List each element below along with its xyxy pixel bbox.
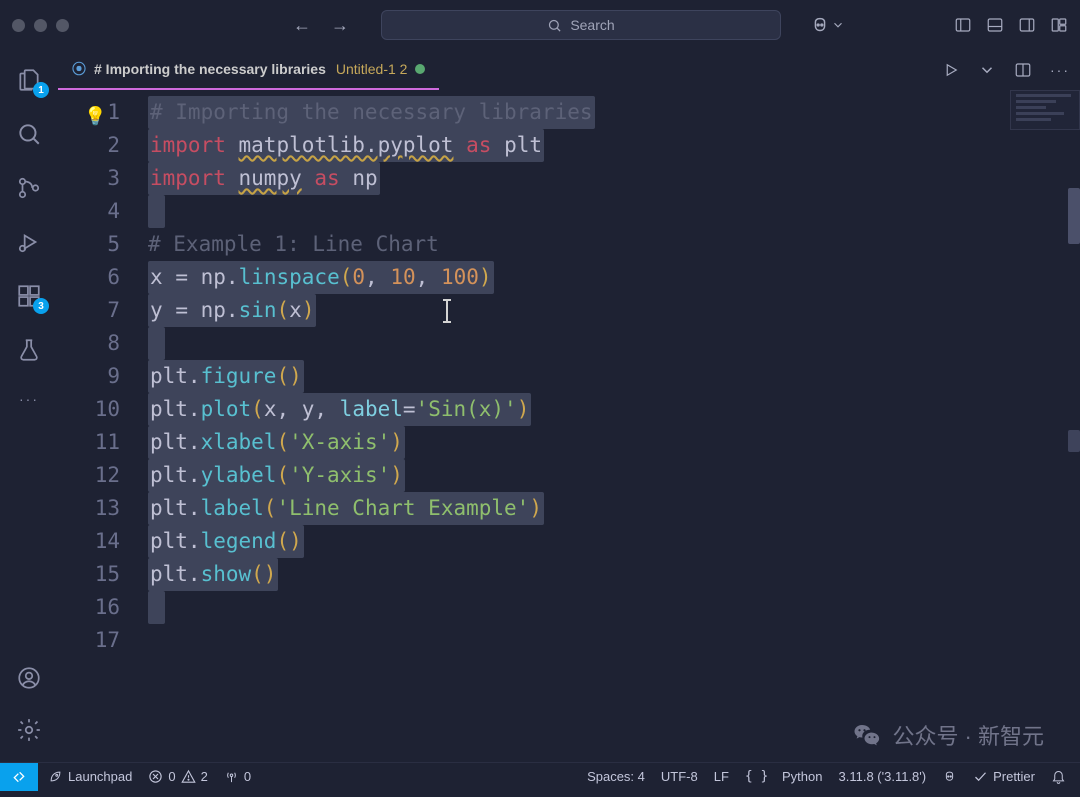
tab-subtitle-label: Untitled-1 2 <box>336 61 408 77</box>
editor-tab-untitled-1[interactable]: ⦿ # Importing the necessary libraries Un… <box>58 50 439 90</box>
chevron-down-icon[interactable] <box>978 61 996 79</box>
copilot-icon <box>942 769 957 784</box>
encoding-status[interactable]: UTF-8 <box>661 769 698 784</box>
warning-icon <box>181 769 196 784</box>
wechat-icon <box>852 720 882 750</box>
title-bar: ← → Search <box>0 0 1080 50</box>
launchpad-status[interactable]: Launchpad <box>48 769 132 784</box>
zoom-window-icon[interactable] <box>56 19 69 32</box>
remote-icon <box>11 769 27 785</box>
search-icon <box>16 121 42 147</box>
error-icon <box>148 769 163 784</box>
unsaved-dot-icon <box>415 64 425 74</box>
run-debug-icon <box>16 229 42 255</box>
tab-bar: ⦿ # Importing the necessary libraries Un… <box>58 50 1080 90</box>
close-window-icon[interactable] <box>12 19 25 32</box>
scm-tab[interactable] <box>15 174 43 202</box>
search-tab[interactable] <box>15 120 43 148</box>
command-center-search[interactable]: Search <box>381 10 781 40</box>
account-icon <box>16 665 42 691</box>
nav-forward-icon[interactable]: → <box>331 15 349 36</box>
extensions-tab[interactable]: 3 <box>15 282 43 310</box>
toggle-primary-sidebar-icon[interactable] <box>954 16 972 34</box>
prettier-status[interactable]: Prettier <box>973 769 1035 784</box>
search-icon <box>547 18 562 33</box>
code-content[interactable]: # Importing the necessary libraries impo… <box>148 90 1080 762</box>
minimize-window-icon[interactable] <box>34 19 47 32</box>
bell-icon <box>1051 769 1066 784</box>
search-placeholder: Search <box>570 17 614 33</box>
copilot-menu[interactable] <box>809 14 845 36</box>
more-actions-icon[interactable]: ··· <box>1050 62 1070 78</box>
editor-actions: ··· <box>942 50 1070 90</box>
editor-area: ⦿ # Importing the necessary libraries Un… <box>58 50 1080 762</box>
notifications-status[interactable] <box>1051 769 1066 784</box>
ports-status[interactable]: 0 <box>224 769 251 784</box>
toggle-panel-icon[interactable] <box>986 16 1004 34</box>
python-lang-icon: ⦿ <box>72 59 86 79</box>
source-control-icon <box>16 175 42 201</box>
layout-controls <box>954 16 1068 34</box>
gear-icon <box>16 717 42 743</box>
chevron-down-icon <box>831 18 845 32</box>
accounts-tab[interactable] <box>15 664 43 692</box>
activity-bar: 1 3 ··· <box>0 50 58 762</box>
toggle-secondary-sidebar-icon[interactable] <box>1018 16 1036 34</box>
nav-arrows: ← → <box>293 15 349 36</box>
tab-title-label: # Importing the necessary libraries <box>94 61 326 77</box>
run-file-icon[interactable] <box>942 61 960 79</box>
code-line-1: # Importing the necessary libraries <box>148 96 595 129</box>
python-interpreter-status[interactable]: 3.11.8 ('3.11.8') <box>839 769 927 784</box>
code-editor[interactable]: 💡 123 456 789 101112 131415 1617 # Impor… <box>58 90 1080 762</box>
overview-marker <box>1068 430 1080 452</box>
rocket-icon <box>48 769 63 784</box>
explorer-tab[interactable]: 1 <box>15 66 43 94</box>
check-icon <box>973 769 988 784</box>
language-mode-status[interactable]: { } Python <box>745 769 823 784</box>
nav-back-icon[interactable]: ← <box>293 15 311 36</box>
indentation-status[interactable]: Spaces: 4 <box>587 769 645 784</box>
beaker-icon <box>16 337 42 363</box>
extensions-badge: 3 <box>33 298 49 314</box>
explorer-badge: 1 <box>33 82 49 98</box>
more-views-icon[interactable]: ··· <box>15 390 43 408</box>
problems-status[interactable]: 0 2 <box>148 769 207 784</box>
lightbulb-icon[interactable]: 💡 <box>84 100 106 133</box>
split-editor-icon[interactable] <box>1014 61 1032 79</box>
copilot-icon <box>809 14 831 36</box>
line-number-gutter: 123 456 789 101112 131415 1617 <box>58 90 148 762</box>
copilot-status[interactable] <box>942 769 957 784</box>
settings-tab[interactable] <box>15 716 43 744</box>
debug-tab[interactable] <box>15 228 43 256</box>
customize-layout-icon[interactable] <box>1050 16 1068 34</box>
watermark: 公众号 · 新智元 <box>852 719 1044 751</box>
remote-indicator[interactable] <box>0 763 38 791</box>
launchpad-label: Launchpad <box>68 769 132 784</box>
testing-tab[interactable] <box>15 336 43 364</box>
scrollbar[interactable] <box>1066 90 1080 762</box>
radio-tower-icon <box>224 769 239 784</box>
eol-status[interactable]: LF <box>714 769 729 784</box>
status-bar: Launchpad 0 2 0 Spaces: 4 UTF-8 LF { } P… <box>0 762 1080 790</box>
scrollbar-thumb[interactable] <box>1068 188 1080 244</box>
watermark-text: 公众号 · 新智元 <box>892 719 1044 751</box>
window-controls <box>12 19 69 32</box>
